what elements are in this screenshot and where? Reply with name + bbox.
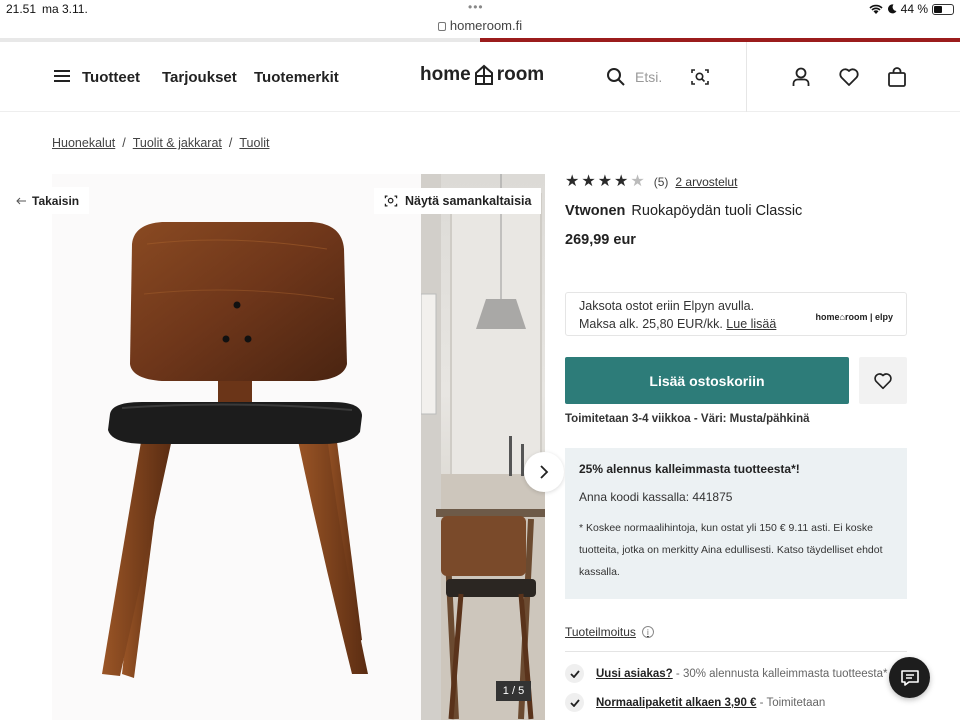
gallery-next-button[interactable]	[524, 452, 564, 492]
status-bar: 21.51 ma 3.11. ••• homeroom.fi 44 %	[0, 0, 960, 38]
product-rating[interactable]: ★ ★ ★ ★ ★ (5) 2 arvostelut	[565, 174, 737, 190]
divider	[565, 651, 907, 652]
elpy-financing-box: Jaksota ostot eriin Elpyn avulla. Maksa …	[565, 292, 907, 336]
reviews-link[interactable]: 2 arvostelut	[675, 175, 737, 189]
elpy-logo: home⌂room | elpy	[815, 312, 893, 322]
status-time: 21.51	[6, 2, 37, 16]
usp-new-customer-link[interactable]: Uusi asiakas?	[596, 668, 673, 680]
visual-search-icon	[384, 195, 398, 207]
search-input[interactable]: Etsi.	[635, 69, 662, 85]
back-label: Takaisin	[32, 193, 80, 208]
logo-text-home: home	[420, 64, 471, 85]
product-brand[interactable]: Vtwonen	[565, 203, 625, 219]
promo-code: Anna koodi kassalla: 441875	[579, 490, 733, 504]
add-to-cart-button[interactable]: Lisää ostoskoriin	[565, 357, 849, 404]
product-image-main[interactable]	[52, 174, 421, 720]
breadcrumb-chairs-stools[interactable]: Tuolit & jakkarat	[133, 136, 222, 150]
product-title: Vtwonen Ruokapöydän tuoli Classic	[565, 203, 802, 219]
nav-products[interactable]: Tuotteet	[82, 69, 140, 86]
nav-brands[interactable]: Tuotemerkit	[254, 69, 339, 86]
breadcrumb-chairs[interactable]: Tuolit	[239, 136, 269, 150]
product-price: 269,99 eur	[565, 232, 636, 248]
usp-text: - 30% alennusta kalleimmasta tuotteesta*	[672, 667, 888, 680]
breadcrumb-separator: /	[228, 136, 233, 150]
elpy-read-more-link[interactable]: Lue lisää	[726, 317, 776, 331]
rating-count: (5)	[653, 175, 669, 189]
status-indicators: 44 %	[869, 2, 954, 16]
chevron-right-icon	[540, 465, 549, 479]
promo-box: 25% alennus kalleimmasta tuotteesta*! An…	[565, 448, 907, 599]
usp-item: Uusi asiakas? - 30% alennusta kalleimmas…	[565, 664, 888, 683]
visual-search-icon[interactable]	[690, 67, 710, 87]
breadcrumb: Huonekalut / Tuolit & jakkarat / Tuolit	[52, 136, 269, 150]
product-info-label: Tuoteilmoitus	[565, 625, 636, 639]
delivery-info: Toimitetaan 3-4 viikkoa - Väri: Musta/pä…	[565, 413, 810, 425]
battery-percent: 44 %	[900, 2, 928, 16]
star-icon: ★	[597, 173, 613, 190]
heart-icon	[874, 372, 892, 389]
house-icon	[474, 64, 493, 85]
star-icon: ★	[630, 173, 645, 190]
menu-icon[interactable]	[54, 70, 70, 82]
site-header: Tuotteet Tarjoukset Tuotemerkit home roo…	[0, 42, 960, 112]
rating-stars: ★ ★ ★ ★ ★	[565, 174, 645, 190]
show-similar-label: Näytä samankaltaisia	[405, 194, 532, 208]
chat-icon	[900, 669, 919, 686]
status-date: ma 3.11.	[42, 2, 88, 16]
product-image-secondary[interactable]	[420, 174, 545, 720]
breadcrumb-separator: /	[122, 136, 126, 150]
arrow-left-icon	[16, 197, 26, 204]
promo-title: 25% alennus kalleimmasta tuotteesta*!	[579, 462, 800, 476]
chair-image	[102, 222, 368, 678]
show-similar-button[interactable]: Näytä samankaltaisia	[374, 188, 542, 214]
wishlist-button[interactable]	[859, 357, 907, 404]
battery-icon	[932, 3, 954, 15]
bag-icon[interactable]	[886, 66, 908, 88]
wifi-icon	[869, 4, 883, 14]
room-scene-image	[420, 174, 545, 720]
star-icon: ★	[581, 173, 596, 190]
product-name: Ruokapöydän tuoli Classic	[631, 203, 803, 219]
check-icon	[565, 664, 584, 683]
product-info-link[interactable]: Tuoteilmoitus i	[565, 625, 654, 639]
usp-shipping-link[interactable]: Normaalipaketit alkaen 3,90 €	[596, 697, 756, 709]
nav-offers[interactable]: Tarjoukset	[162, 69, 237, 86]
site-logo[interactable]: home room	[420, 64, 544, 86]
moon-icon	[887, 4, 897, 14]
gallery-counter: 1 / 5	[496, 681, 531, 701]
product-gallery	[52, 174, 545, 720]
info-icon: i	[641, 626, 654, 638]
promo-note: * Koskee normaalihintoja, kun ostat yli …	[579, 522, 883, 578]
chat-button[interactable]	[889, 657, 930, 698]
search-icon[interactable]	[606, 67, 626, 87]
header-divider	[746, 42, 747, 112]
address-bar[interactable]: homeroom.fi	[0, 18, 960, 33]
lock-icon	[437, 22, 446, 31]
breadcrumb-furniture[interactable]: Huonekalut	[52, 136, 115, 150]
usp-item: Normaalipaketit alkaen 3,90 € - Toimitet…	[565, 693, 825, 712]
heart-icon[interactable]	[838, 66, 860, 88]
usp-text: - Toimitetaan	[756, 696, 826, 709]
logo-text-room: room	[496, 64, 545, 85]
back-button[interactable]: Takaisin	[10, 187, 90, 214]
check-icon	[565, 693, 584, 712]
tab-dots-icon[interactable]: •••	[468, 0, 484, 14]
url-text: homeroom.fi	[449, 18, 523, 33]
star-icon: ★	[614, 173, 629, 190]
star-icon: ★	[565, 173, 580, 190]
account-icon[interactable]	[790, 66, 812, 88]
